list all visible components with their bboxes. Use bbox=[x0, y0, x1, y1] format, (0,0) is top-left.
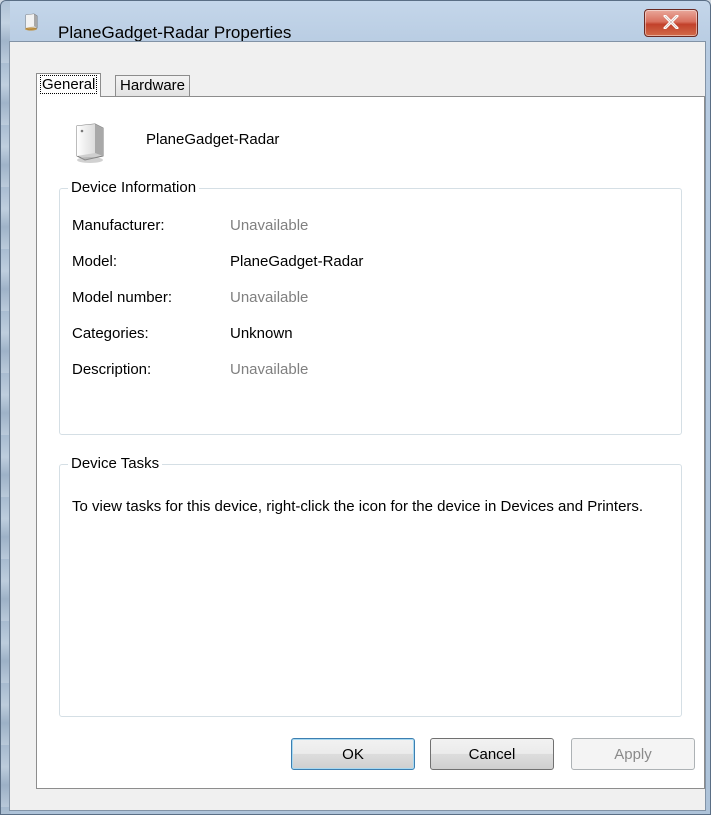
close-icon bbox=[663, 15, 679, 29]
device-information-group: Device Information Manufacturer: Unavail… bbox=[59, 179, 682, 435]
close-button[interactable] bbox=[644, 9, 698, 37]
model-label: Model: bbox=[72, 253, 118, 270]
dialog-client-area: General Hardware PlaneGadget-Radar Devic… bbox=[9, 41, 706, 811]
device-tasks-text: To view tasks for this device, right-cli… bbox=[72, 498, 644, 515]
model-number-label: Model number: bbox=[72, 289, 173, 306]
model-number-value: Unavailable bbox=[230, 289, 309, 306]
device-tower-icon bbox=[76, 123, 104, 163]
cancel-button[interactable]: Cancel bbox=[430, 738, 554, 770]
manufacturer-label: Manufacturer: bbox=[72, 217, 165, 234]
ok-button[interactable]: OK bbox=[291, 738, 415, 770]
tab-general[interactable]: General bbox=[36, 73, 102, 97]
tab-hardware-label: Hardware bbox=[120, 77, 186, 94]
properties-window: PlaneGadget-Radar Properties General Har… bbox=[0, 0, 711, 815]
tab-general-label: General bbox=[39, 75, 98, 94]
categories-label: Categories: bbox=[72, 325, 149, 342]
tab-hardware[interactable]: Hardware bbox=[115, 75, 191, 96]
apply-button[interactable]: Apply bbox=[571, 738, 695, 770]
manufacturer-value: Unavailable bbox=[230, 217, 309, 234]
device-tasks-legend: Device Tasks bbox=[68, 455, 163, 472]
window-title: PlaneGadget-Radar Properties bbox=[58, 23, 292, 42]
categories-value: Unknown bbox=[230, 325, 293, 342]
device-tasks-group: Device Tasks To view tasks for this devi… bbox=[59, 455, 682, 717]
description-label: Description: bbox=[72, 361, 152, 378]
model-value: PlaneGadget-Radar bbox=[230, 253, 364, 270]
title-bar[interactable]: PlaneGadget-Radar Properties bbox=[1, 1, 710, 42]
device-tower-icon bbox=[25, 13, 38, 31]
device-information-legend: Device Information bbox=[68, 179, 200, 196]
description-value: Unavailable bbox=[230, 361, 309, 378]
device-name: PlaneGadget-Radar bbox=[146, 131, 280, 148]
general-tab-panel: PlaneGadget-Radar Device Information Man… bbox=[36, 96, 705, 789]
